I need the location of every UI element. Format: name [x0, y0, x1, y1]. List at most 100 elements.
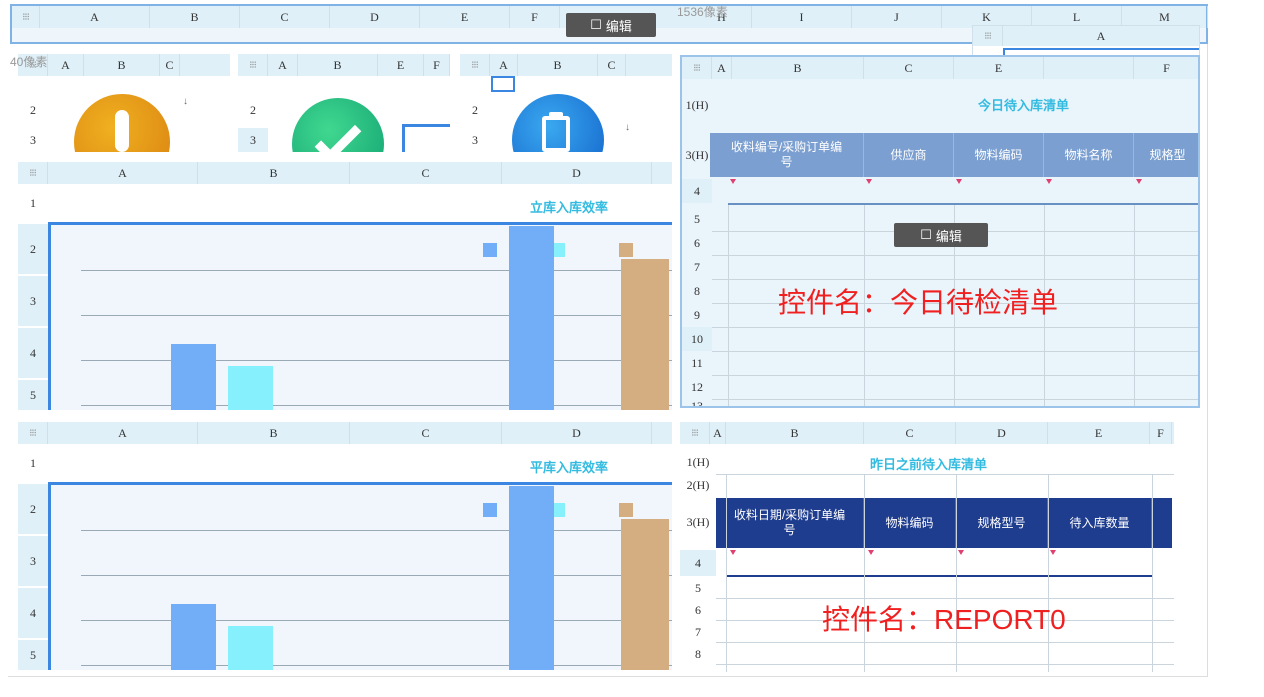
row-header[interactable]: 3(H) [680, 498, 716, 546]
col-header[interactable]: C [864, 57, 954, 79]
row-header[interactable]: 1(H) [680, 450, 716, 474]
icon-sheet-2[interactable]: ⁝⁝⁝ A B E F 2 3 [238, 54, 450, 152]
col-header[interactable]: A [1003, 26, 1200, 46]
col-header[interactable]: A [710, 422, 726, 444]
edit-button[interactable]: ☐ 编辑 [566, 13, 656, 37]
col-header[interactable]: A [490, 54, 518, 76]
row-header[interactable]: 4 [682, 179, 712, 203]
chart-sheet-1[interactable]: ⁝⁝⁝ A B C D 1 2 3 4 5 立库入库效率 [18, 162, 672, 410]
today-report[interactable]: ⁝⁝⁝ A B C E F 1(H) 今日待入库清单 3(H) 收料编号/采购订… [680, 55, 1200, 408]
row-header[interactable]: 3 [238, 128, 268, 152]
row-header[interactable]: 1 [18, 444, 48, 482]
row-header[interactable]: 3(H) [682, 133, 712, 177]
row-header[interactable]: 4 [680, 550, 716, 576]
col-header[interactable]: A [712, 57, 732, 79]
col-header[interactable]: D [330, 6, 420, 28]
col-header[interactable]: A [48, 162, 198, 184]
yesterday-report[interactable]: ⁝⁝⁝ A B C D E F 1(H) 昨日之前待入库清单 2(H) 3(H)… [680, 422, 1174, 672]
grip-icon[interactable]: ⁝⁝⁝ [18, 422, 48, 444]
col-header[interactable]: F [1134, 57, 1198, 79]
col-header[interactable]: A [48, 422, 198, 444]
col-header[interactable]: B [198, 422, 350, 444]
col-header[interactable]: B [726, 422, 864, 444]
col-header[interactable]: C [240, 6, 330, 28]
col-header[interactable]: B [732, 57, 864, 79]
grip-icon[interactable]: ⁝⁝⁝ [973, 26, 1003, 46]
row-header[interactable]: 7 [680, 622, 716, 642]
grip-icon[interactable]: ⁝⁝⁝ [18, 162, 48, 184]
row-header[interactable]: 3 [18, 128, 48, 152]
row-header[interactable]: 3 [460, 128, 490, 152]
icon-sheet-3[interactable]: ⁝⁝⁝ A B C 2 3 ↓ [460, 54, 672, 152]
row-header[interactable]: 6 [682, 231, 712, 255]
row-header[interactable]: 9 [682, 303, 712, 327]
row-header[interactable]: 2 [238, 98, 268, 122]
col-header[interactable]: A [40, 6, 150, 28]
col-header[interactable]: B [298, 54, 378, 76]
row-header[interactable]: 10 [682, 327, 712, 351]
grip-icon[interactable]: ⁝⁝⁝ [682, 57, 712, 79]
col-header[interactable]: F [510, 6, 560, 28]
row-header[interactable]: 1 [18, 184, 48, 222]
row-header[interactable]: 2 [460, 98, 490, 122]
col-header[interactable] [1044, 57, 1134, 79]
row-header[interactable]: 2 [18, 98, 48, 122]
row-header[interactable]: 2 [18, 484, 48, 534]
col-header[interactable]: B [150, 6, 240, 28]
row-header[interactable]: 8 [680, 644, 716, 664]
row-header[interactable]: 13 [682, 399, 712, 407]
row-header[interactable]: 3 [18, 276, 48, 326]
row-header[interactable]: 5 [18, 380, 48, 410]
row-header[interactable]: 2(H) [680, 474, 716, 496]
col-header[interactable]: F [1150, 422, 1172, 444]
col-header[interactable]: E [420, 6, 510, 28]
legend-swatch [483, 503, 497, 517]
row-header[interactable]: 1(H) [682, 79, 712, 131]
row-header[interactable]: 5 [680, 578, 716, 598]
col-header[interactable]: E [378, 54, 424, 76]
col-header[interactable]: C [864, 422, 956, 444]
row-header[interactable]: 4 [18, 588, 48, 638]
col-header[interactable]: C [350, 422, 502, 444]
row-header[interactable]: 3 [18, 536, 48, 586]
col-header[interactable]: E [954, 57, 1044, 79]
grip-icon[interactable]: ⁝⁝⁝ [12, 6, 40, 28]
grip-icon[interactable]: ⁝⁝⁝ [238, 54, 268, 76]
chart-sheet-2[interactable]: ⁝⁝⁝ A B C D 1 2 3 4 5 平库入库效率 [18, 422, 672, 670]
grid-line [81, 575, 672, 576]
col-header[interactable]: C [160, 54, 180, 76]
report-title: 今日待入库清单 [978, 98, 1070, 113]
row-header[interactable]: 12 [682, 375, 712, 399]
col-header[interactable]: C [598, 54, 626, 76]
col-header[interactable]: J [852, 6, 942, 28]
col-header[interactable]: I [752, 6, 852, 28]
col-header[interactable]: A [268, 54, 298, 76]
row-header[interactable]: 11 [682, 351, 712, 375]
col-header[interactable]: B [84, 54, 160, 76]
grip-icon[interactable]: ⁝⁝⁝ [460, 54, 490, 76]
row-header[interactable]: 8 [682, 279, 712, 303]
col-header[interactable]: B [198, 162, 350, 184]
row-header[interactable]: 6 [680, 600, 716, 620]
col-header[interactable]: F [424, 54, 450, 76]
grip-icon[interactable]: ⁝⁝⁝ [680, 422, 710, 444]
col-header[interactable]: D [502, 422, 652, 444]
edit-button[interactable]: ☐ 编辑 [894, 223, 988, 247]
chart-title: 立库入库效率 [530, 200, 609, 215]
row-header[interactable]: 4 [18, 328, 48, 378]
col-header[interactable]: B [518, 54, 598, 76]
col-header[interactable]: D [956, 422, 1048, 444]
table-header-row: 收料编号/采购订单编号 供应商 物料编码 物料名称 规格型 [710, 133, 1198, 177]
col-header[interactable]: C [350, 162, 502, 184]
row-header[interactable]: 5 [18, 640, 48, 670]
height-label: 40像素 [10, 55, 48, 69]
col-header[interactable]: A [48, 54, 84, 76]
row-header[interactable]: 5 [682, 207, 712, 231]
icon-sheet-1[interactable]: ⁝⁝⁝ A B C 2 3 ↓ [18, 54, 230, 152]
row-header[interactable]: 2 [18, 224, 48, 274]
header-cell: 物料编码 [864, 498, 956, 548]
row-header[interactable]: 7 [682, 255, 712, 279]
grid-line [81, 315, 672, 316]
col-header[interactable]: E [1048, 422, 1150, 444]
col-header[interactable]: D [502, 162, 652, 184]
